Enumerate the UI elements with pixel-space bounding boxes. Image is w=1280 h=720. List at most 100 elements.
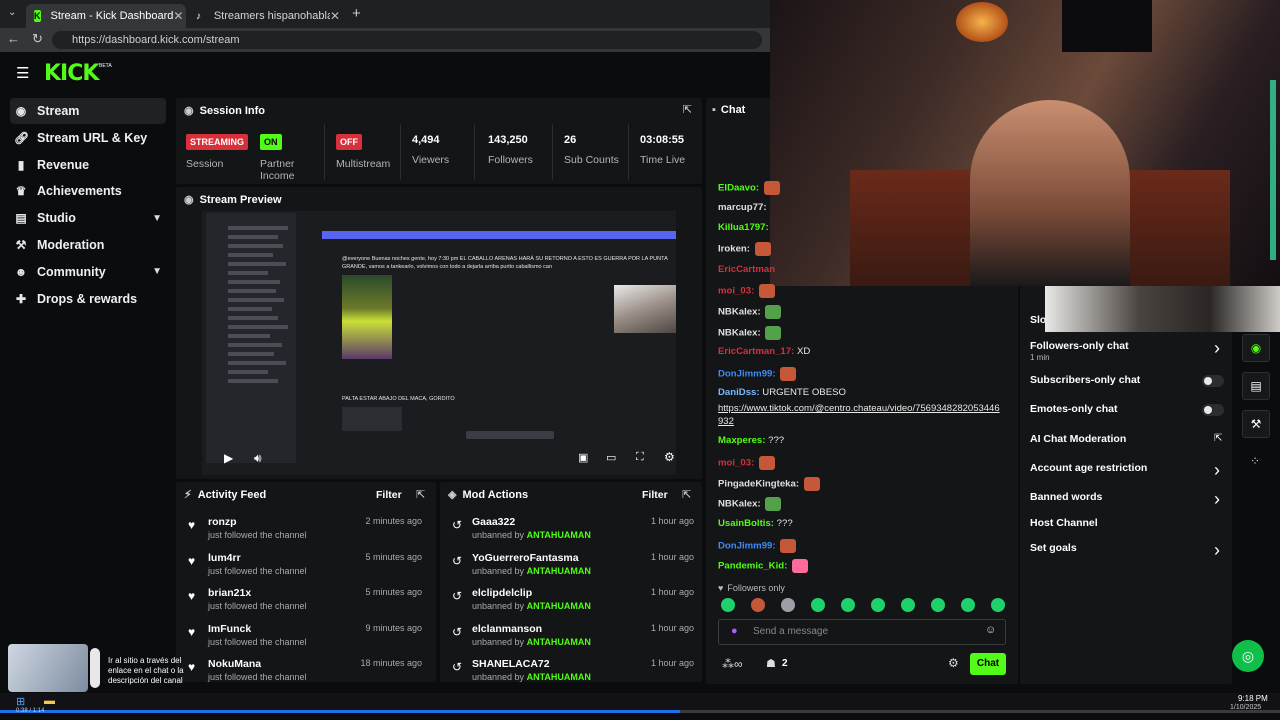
toggle-switch[interactable] bbox=[1202, 404, 1224, 416]
chat-username[interactable]: Killua1797: bbox=[718, 222, 769, 233]
fullscreen-icon[interactable]: ⛶ bbox=[636, 451, 644, 464]
mod-target-username[interactable]: elclanmanson bbox=[472, 623, 542, 635]
mod-target-username[interactable]: elclipdelclip bbox=[472, 587, 532, 599]
activity-row[interactable]: ♥ brian21x just followed the channel 5 m… bbox=[176, 587, 426, 623]
back-icon[interactable]: ← bbox=[7, 31, 20, 46]
emote-picker-icon[interactable] bbox=[811, 598, 825, 612]
video-progress-bar[interactable] bbox=[0, 710, 1280, 713]
send-chat-button[interactable]: Chat bbox=[970, 653, 1006, 675]
chevron-right-icon[interactable]: › bbox=[1214, 460, 1220, 481]
url-field[interactable]: https://dashboard.kick.com/stream bbox=[52, 31, 762, 49]
popout-icon[interactable]: ⇱ bbox=[683, 103, 692, 116]
support-chat-button[interactable]: ◎ bbox=[1232, 640, 1264, 672]
kick-logo[interactable]: KICK bbox=[44, 61, 99, 86]
emote-picker-icon[interactable] bbox=[961, 598, 975, 612]
chat-settings-icon[interactable]: ⚙ bbox=[948, 656, 959, 670]
sidebar-item-community[interactable]: ☻ Community ▼ bbox=[0, 259, 172, 285]
chat-username[interactable]: Iroken: bbox=[718, 244, 750, 255]
activity-username[interactable]: lum4rr bbox=[208, 552, 241, 564]
chat-setting-banned-words[interactable]: Banned words bbox=[1030, 491, 1102, 503]
chat-setting-ai-chat-moderation[interactable]: AI Chat Moderation bbox=[1030, 433, 1126, 445]
chat-input[interactable]: ● Send a message ☺ bbox=[718, 619, 1006, 645]
chat-setting-account-age-restriction[interactable]: Account age restriction bbox=[1030, 462, 1147, 474]
sidebar-item-moderation[interactable]: ⚒ Moderation bbox=[0, 232, 172, 258]
mod-target-username[interactable]: Gaaa322 bbox=[472, 516, 515, 528]
emote-picker-icon[interactable] bbox=[751, 598, 765, 612]
mod-action-row[interactable]: ↺ elclipdelclip unbanned by ANTAHUAMAN 1… bbox=[440, 587, 698, 623]
stat-multistream[interactable]: OFF Multistream bbox=[336, 134, 390, 170]
activity-username[interactable]: brian21x bbox=[208, 587, 251, 599]
theater-mode-icon[interactable]: ▭ bbox=[606, 451, 616, 464]
mod-action-row[interactable]: ↺ SHANELACA72 unbanned by ANTAHUAMAN 1 h… bbox=[440, 658, 698, 682]
chat-setting-emotes-only-chat[interactable]: Emotes-only chat bbox=[1030, 403, 1118, 415]
emote-picker-icon[interactable] bbox=[721, 598, 735, 612]
chevron-right-icon[interactable]: › bbox=[1214, 540, 1220, 561]
rail-tools-button[interactable]: ⚒ bbox=[1242, 410, 1270, 438]
popout-icon[interactable]: ⇱ bbox=[416, 488, 425, 501]
activity-filter-button[interactable]: Filter bbox=[376, 489, 402, 501]
activity-row[interactable]: ♥ NokuMana just followed the channel 18 … bbox=[176, 658, 426, 682]
rail-more-icon[interactable]: ⁘ bbox=[1250, 454, 1260, 468]
chat-username[interactable]: moi_03: bbox=[718, 458, 754, 469]
activity-username[interactable]: NokuMana bbox=[208, 658, 261, 670]
mod-action-row[interactable]: ↺ YoGuerreroFantasma unbanned by ANTAHUA… bbox=[440, 552, 698, 588]
users-icon[interactable]: ☗ bbox=[766, 657, 776, 670]
emote-picker-icon[interactable] bbox=[991, 598, 1005, 612]
mod-action-row[interactable]: ↺ elclanmanson unbanned by ANTAHUAMAN 1 … bbox=[440, 623, 698, 659]
chat-username[interactable]: moi_03: bbox=[718, 286, 754, 297]
tab-close-icon[interactable]: ✕ bbox=[330, 9, 340, 23]
activity-username[interactable]: ImFunck bbox=[208, 623, 251, 635]
tab-kick-dashboard[interactable]: K Stream - Kick Dashboard ✕ bbox=[26, 4, 186, 28]
emoji-icon[interactable]: ☺ bbox=[985, 624, 996, 636]
mod-target-username[interactable]: SHANELACA72 bbox=[472, 658, 550, 670]
chat-link[interactable]: https://www.tiktok.com/@centro.chateau/v… bbox=[718, 402, 1002, 428]
emote-picker-icon[interactable] bbox=[871, 598, 885, 612]
video-player[interactable]: @everyone Buenas noches gente, hoy 7:30 … bbox=[202, 211, 676, 475]
emote-picker-icon[interactable] bbox=[931, 598, 945, 612]
chat-username[interactable]: NBKalex: bbox=[718, 499, 761, 510]
stat-partner-income[interactable]: ON Partner Income bbox=[260, 134, 310, 182]
reload-icon[interactable]: ↻ bbox=[32, 31, 43, 47]
mic-icon[interactable]: ● bbox=[731, 625, 738, 637]
emote-picker-icon[interactable] bbox=[841, 598, 855, 612]
chevron-right-icon[interactable]: › bbox=[1214, 489, 1220, 510]
tab-close-icon[interactable]: ✕ bbox=[173, 9, 183, 23]
external-link-icon[interactable]: ⇱ bbox=[1214, 433, 1222, 444]
chevron-right-icon[interactable]: › bbox=[1214, 338, 1220, 359]
chat-setting-host-channel[interactable]: Host Channel bbox=[1030, 517, 1098, 529]
mod-by-username[interactable]: ANTAHUAMAN bbox=[527, 601, 591, 611]
windows-start-icon[interactable]: ⊞ bbox=[16, 695, 25, 708]
mod-by-username[interactable]: ANTAHUAMAN bbox=[527, 530, 591, 540]
chat-username[interactable]: Pandemic_Kid: bbox=[718, 561, 787, 572]
chat-username[interactable]: ElDaavo: bbox=[718, 183, 759, 194]
viewer-settings-icon[interactable]: ⁂∞ bbox=[722, 657, 743, 671]
volume-icon[interactable]: 🔊︎ bbox=[254, 451, 262, 466]
hamburger-menu-icon[interactable]: ☰ bbox=[16, 64, 29, 82]
chat-username[interactable]: EricCartman_17: bbox=[718, 346, 794, 357]
chat-username[interactable]: marcup77: bbox=[718, 202, 767, 213]
file-explorer-icon[interactable]: ▬ bbox=[44, 695, 55, 707]
mod-by-username[interactable]: ANTAHUAMAN bbox=[527, 672, 591, 682]
sidebar-item-stream-url-key[interactable]: 🔗︎ Stream URL & Key bbox=[0, 125, 172, 151]
sidebar-item-revenue[interactable]: ▮ Revenue bbox=[0, 152, 172, 178]
activity-username[interactable]: ronzp bbox=[208, 516, 237, 528]
activity-row[interactable]: ♥ ImFunck just followed the channel 9 mi… bbox=[176, 623, 426, 659]
chat-username[interactable]: Maxperes: bbox=[718, 435, 765, 446]
chat-username[interactable]: NBKalex: bbox=[718, 307, 761, 318]
new-tab-icon[interactable]: + bbox=[352, 5, 361, 22]
mod-action-row[interactable]: ↺ Gaaa322 unbanned by ANTAHUAMAN 1 hour … bbox=[440, 516, 698, 552]
mod-by-username[interactable]: ANTAHUAMAN bbox=[527, 637, 591, 647]
chat-username[interactable]: PingadeKingteka: bbox=[718, 479, 799, 490]
sidebar-item-stream[interactable]: ◉ Stream bbox=[10, 98, 166, 124]
rail-layout-button[interactable]: ▤ bbox=[1242, 372, 1270, 400]
chat-username[interactable]: EricCartman bbox=[718, 264, 775, 275]
emote-picker-icon[interactable] bbox=[781, 598, 795, 612]
chat-username[interactable]: DaniDss: bbox=[718, 387, 760, 398]
sidebar-item-studio[interactable]: ▤ Studio ▼ bbox=[0, 205, 172, 231]
popout-icon[interactable]: ⇱ bbox=[682, 488, 691, 501]
mod-by-username[interactable]: ANTAHUAMAN bbox=[527, 566, 591, 576]
mod-filter-button[interactable]: Filter bbox=[642, 489, 668, 501]
activity-row[interactable]: ♥ lum4rr just followed the channel 5 min… bbox=[176, 552, 426, 588]
chat-setting-subscribers-only-chat[interactable]: Subscribers-only chat bbox=[1030, 374, 1140, 386]
toggle-switch[interactable] bbox=[1202, 375, 1224, 387]
